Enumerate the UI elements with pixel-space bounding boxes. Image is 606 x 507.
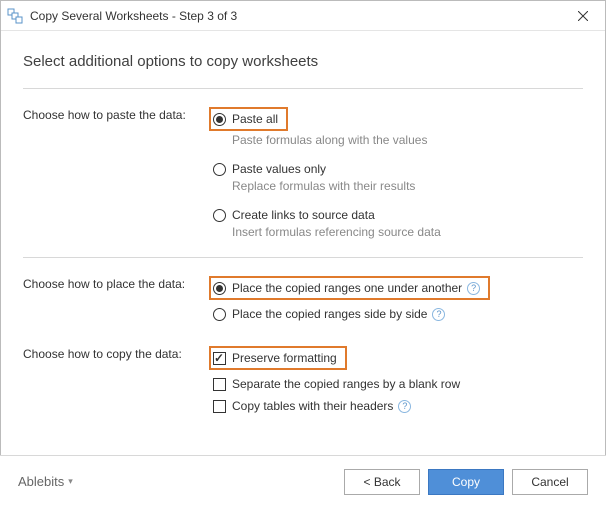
radio-create-links-row[interactable]: Create links to source data: [213, 207, 583, 223]
radio-paste-values[interactable]: [213, 163, 226, 176]
radio-paste-values-row[interactable]: Paste values only: [213, 161, 583, 177]
divider: [23, 257, 583, 258]
radio-paste-all[interactable]: [213, 113, 226, 126]
back-button[interactable]: < Back: [344, 469, 420, 495]
brand-label: Ablebits: [18, 474, 64, 489]
radio-place-under-row[interactable]: Place the copied ranges one under anothe…: [209, 276, 490, 300]
divider: [23, 88, 583, 89]
check-preserve-formatting[interactable]: [213, 352, 226, 365]
app-icon: [7, 8, 23, 24]
button-bar: Ablebits ▾ < Back Copy Cancel: [0, 455, 606, 507]
check-copy-headers[interactable]: [213, 400, 226, 413]
check-separate-row[interactable]: Separate the copied ranges by a blank ro…: [213, 376, 583, 392]
check-separate-label[interactable]: Separate the copied ranges by a blank ro…: [232, 376, 460, 392]
radio-create-links-desc: Insert formulas referencing source data: [232, 225, 583, 239]
radio-place-under-label[interactable]: Place the copied ranges one under anothe…: [232, 280, 462, 296]
help-icon[interactable]: ?: [398, 400, 411, 413]
radio-paste-all-desc: Paste formulas along with the values: [232, 133, 583, 147]
title-bar: Copy Several Worksheets - Step 3 of 3: [1, 1, 605, 31]
check-preserve-label[interactable]: Preserve formatting: [232, 350, 337, 366]
radio-place-side[interactable]: [213, 308, 226, 321]
help-icon[interactable]: ?: [432, 308, 445, 321]
help-icon[interactable]: ?: [467, 282, 480, 295]
check-preserve-row[interactable]: Preserve formatting: [209, 346, 347, 370]
section-paste-label: Choose how to paste the data:: [23, 107, 213, 239]
close-button[interactable]: [560, 1, 605, 30]
cancel-button[interactable]: Cancel: [512, 469, 588, 495]
radio-paste-all-row[interactable]: Paste all: [209, 107, 288, 131]
page-heading: Select additional options to copy worksh…: [23, 53, 583, 70]
radio-create-links-label[interactable]: Create links to source data: [232, 207, 375, 223]
window-title: Copy Several Worksheets - Step 3 of 3: [30, 9, 560, 23]
section-copy: Choose how to copy the data: Preserve fo…: [23, 346, 583, 420]
section-place-label: Choose how to place the data:: [23, 276, 213, 328]
section-paste: Choose how to paste the data: Paste all …: [23, 107, 583, 239]
section-copy-label: Choose how to copy the data:: [23, 346, 213, 420]
radio-create-links[interactable]: [213, 209, 226, 222]
radio-place-side-label[interactable]: Place the copied ranges side by side: [232, 306, 427, 322]
section-place: Choose how to place the data: Place the …: [23, 276, 583, 328]
copy-button[interactable]: Copy: [428, 469, 504, 495]
radio-paste-values-desc: Replace formulas with their results: [232, 179, 583, 193]
check-headers-row[interactable]: Copy tables with their headers ?: [213, 398, 583, 414]
radio-paste-all-label[interactable]: Paste all: [232, 111, 278, 127]
check-headers-label[interactable]: Copy tables with their headers: [232, 398, 393, 414]
radio-paste-values-label[interactable]: Paste values only: [232, 161, 326, 177]
check-separate-blank[interactable]: [213, 378, 226, 391]
brand-menu[interactable]: Ablebits ▾: [18, 474, 336, 489]
radio-place-side-row[interactable]: Place the copied ranges side by side ?: [213, 306, 583, 322]
radio-place-under[interactable]: [213, 282, 226, 295]
chevron-down-icon: ▾: [68, 476, 73, 487]
